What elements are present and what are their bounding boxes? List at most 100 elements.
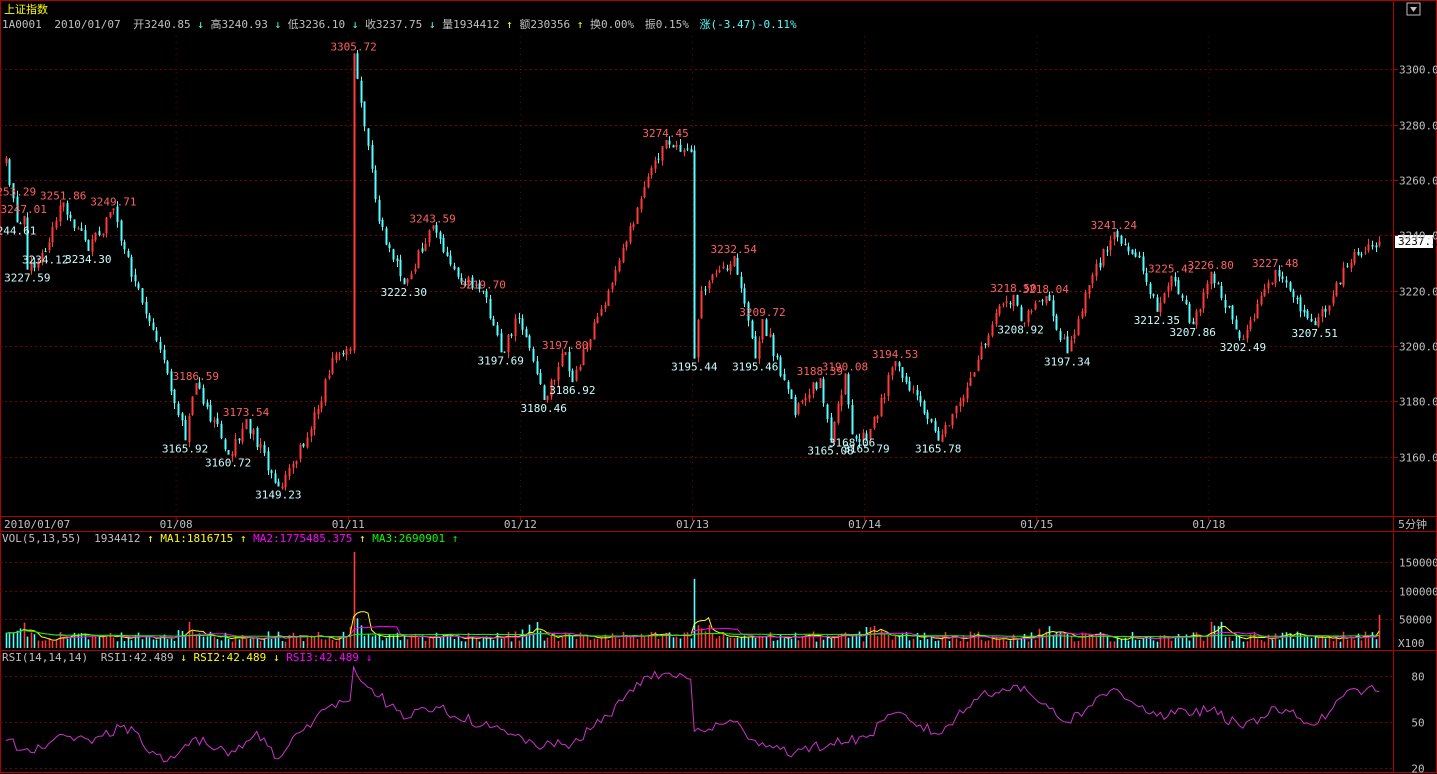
candle-body [1149, 283, 1152, 295]
extreme-price-label: 3197.69 [477, 354, 523, 367]
candle-body [761, 319, 764, 340]
candle-body [525, 329, 528, 338]
date-tick-label: 01/18 [1192, 518, 1225, 531]
extreme-price-label: 244.61 [0, 224, 36, 237]
candle-body [432, 225, 435, 229]
candle-body [984, 344, 987, 346]
candle-body [385, 228, 388, 245]
price-tick-label: 3160.0 [1399, 452, 1437, 465]
rsi-indicator-header: RSI(14,14,14) RSI1:42.489 ↓ RSI2:42.489 … [2, 651, 372, 664]
candle-body [518, 317, 521, 319]
volume-value: 1934412 [94, 532, 140, 545]
candle-body [256, 428, 259, 448]
candle-body [184, 420, 187, 441]
candle-body [5, 157, 8, 164]
candle-body [700, 290, 703, 319]
candle-body [87, 239, 90, 252]
candle-body [754, 336, 757, 359]
candle-body [987, 335, 990, 346]
extreme-price-label: 3165.79 [843, 443, 889, 456]
candle-body [73, 219, 76, 228]
candle-body [955, 406, 958, 414]
candle-body [209, 405, 212, 422]
quote-open: 开3240.85 [133, 18, 190, 31]
candle-body [241, 428, 244, 442]
candle-body [302, 443, 305, 447]
rsi-tick-label: 50 [1411, 717, 1424, 730]
period-label[interactable]: 5分钟 [1398, 517, 1427, 531]
extreme-price-label: 3209.72 [739, 306, 785, 319]
candle-body [995, 312, 998, 324]
candle-body [489, 298, 492, 319]
candle-body [808, 394, 811, 399]
candle-body [654, 160, 657, 169]
candle-body [962, 397, 965, 402]
candle-body [1210, 271, 1213, 285]
candle-body [600, 309, 603, 316]
extreme-price-label: 3165.78 [915, 443, 961, 456]
candle-body [1249, 320, 1252, 330]
candle-body [216, 418, 219, 424]
candle-body [1303, 309, 1306, 313]
candle-body [697, 319, 700, 358]
candle-body [604, 305, 607, 309]
candle-body [528, 335, 531, 349]
candle-body [851, 404, 854, 435]
candle-body [1142, 256, 1145, 272]
quote-date: 2010/01/07 [54, 18, 120, 31]
candle-body [539, 373, 542, 384]
price-tick-label: 3300.0 [1399, 64, 1437, 77]
candle-body [643, 187, 646, 198]
volume-ma2: MA2:1775485.375 [253, 532, 352, 545]
candle-body [249, 419, 252, 434]
extreme-price-label: 3247.01 [1, 203, 47, 216]
candle-body [213, 420, 216, 422]
candle-body [1306, 310, 1309, 319]
candle-body [944, 424, 947, 435]
rsi3-value: RSI3:42.489 [286, 651, 359, 664]
candle-body [1181, 295, 1184, 298]
candle-body [729, 264, 732, 271]
candle-body [711, 274, 714, 281]
candle-body [1170, 275, 1173, 287]
candle-body [299, 444, 302, 460]
candle-body [1016, 295, 1019, 306]
candle-body [496, 325, 499, 336]
candle-body [1084, 292, 1087, 314]
candle-body [736, 257, 739, 275]
candle-body [776, 355, 779, 358]
extreme-price-label: 3227.48 [1252, 257, 1298, 270]
candle-body [191, 396, 194, 415]
candle-body [1116, 231, 1119, 238]
candle-body [91, 239, 94, 252]
candle-body [1030, 310, 1033, 313]
candle-body [392, 249, 395, 260]
extreme-price-label: 3222.30 [381, 286, 427, 299]
candle-body [112, 208, 115, 211]
candle-body [675, 144, 678, 147]
candle-body [94, 232, 97, 241]
candle-body [1185, 299, 1188, 305]
candle-body [457, 267, 460, 277]
candle-body [1120, 235, 1123, 244]
candle-body [1353, 251, 1356, 264]
candle-body [245, 419, 248, 430]
candle-body [1289, 282, 1292, 291]
candle-body [568, 351, 571, 372]
candle-body [683, 150, 686, 153]
candle-body [1009, 303, 1012, 305]
candle-body [880, 397, 883, 417]
rsi-line [5, 665, 1380, 763]
extreme-price-label: 3305.72 [330, 40, 376, 53]
candle-body [1328, 305, 1331, 311]
candle-body [919, 395, 922, 403]
candle-body [769, 334, 772, 337]
candle-body [66, 203, 69, 215]
candle-body [120, 220, 123, 241]
candle-body [238, 438, 241, 441]
candle-body [188, 416, 191, 442]
candle-body [672, 145, 675, 148]
extreme-price-label: 3251.86 [40, 189, 86, 202]
arrow-down-icon: ↓ [180, 651, 187, 664]
candle-body [137, 283, 140, 289]
